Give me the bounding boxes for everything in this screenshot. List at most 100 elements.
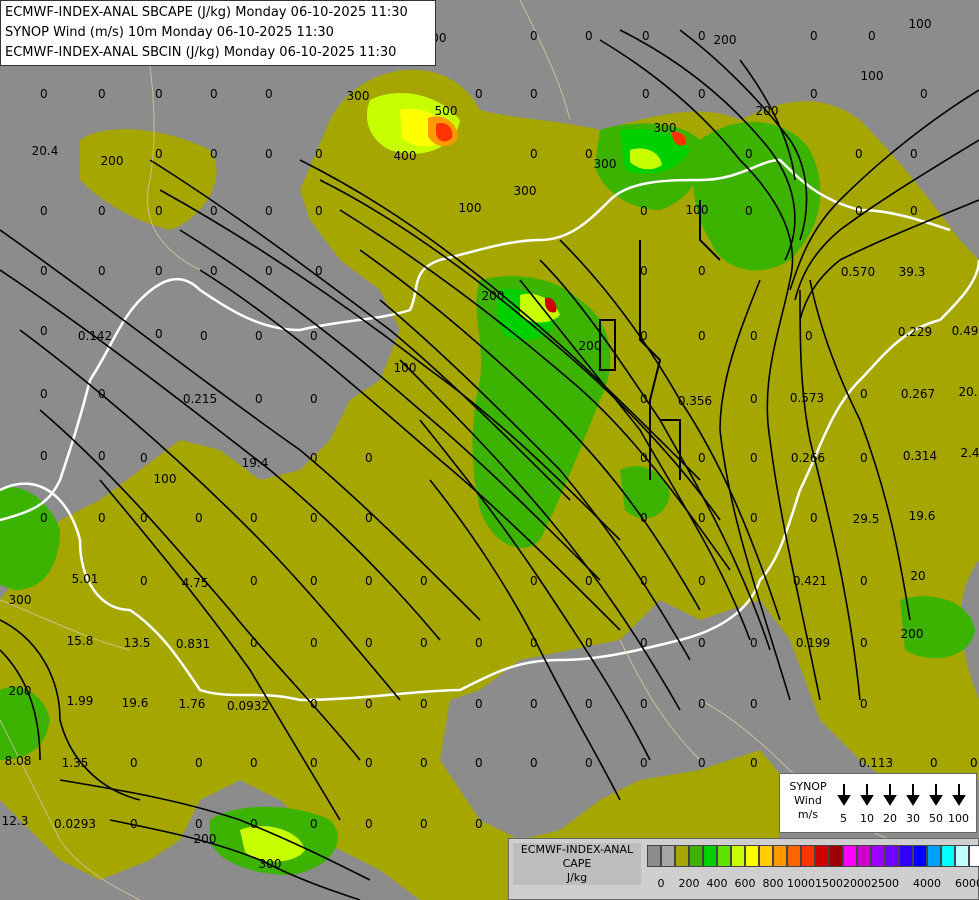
svg-text:0: 0	[750, 636, 758, 650]
weather-map[interactable]: 20.4 0.142 0.215 19.4 4.75 5.01 15.8 13.5 0.831 1…	[0, 0, 979, 900]
cape-legend-title-line1: ECMWF-INDEX-ANAL	[520, 843, 634, 856]
cape-color-swatch	[675, 845, 689, 867]
cape-color-swatch	[689, 845, 703, 867]
cape-legend-title: ECMWF-INDEX-ANAL CAPE J/kg	[513, 843, 641, 885]
svg-text:0: 0	[140, 574, 148, 588]
svg-text:0: 0	[210, 204, 218, 218]
svg-text:0: 0	[255, 392, 263, 406]
map-value-label: 300	[347, 89, 370, 103]
svg-text:0: 0	[698, 697, 706, 711]
svg-text:0: 0	[640, 636, 648, 650]
svg-text:0: 0	[200, 329, 208, 343]
svg-text:0: 0	[640, 697, 648, 711]
svg-text:0: 0	[640, 204, 648, 218]
cape-color-swatch	[885, 845, 899, 867]
header-line-cin: ECMWF-INDEX-ANAL SBCIN (J/kg) Monday 06-…	[5, 45, 397, 60]
svg-text:0: 0	[930, 756, 938, 770]
map-value-label: 29.5	[853, 512, 880, 526]
svg-text:0: 0	[98, 387, 106, 401]
svg-text:0: 0	[585, 697, 593, 711]
svg-text:0: 0	[810, 87, 818, 101]
svg-text:0: 0	[910, 147, 918, 161]
svg-text:0: 0	[250, 756, 258, 770]
wind-speed-100: 100	[948, 812, 969, 825]
svg-text:0: 0	[475, 756, 483, 770]
cape-color-swatch	[647, 845, 661, 867]
map-value-label: 1.35	[62, 756, 89, 770]
svg-text:0: 0	[40, 204, 48, 218]
map-value-label: 100	[154, 472, 177, 486]
svg-text:0: 0	[640, 451, 648, 465]
svg-text:0: 0	[640, 264, 648, 278]
cape-tick-label: 4000	[913, 877, 941, 890]
svg-text:0: 0	[750, 392, 758, 406]
map-value-label: 5.01	[72, 572, 99, 586]
svg-text:0: 0	[475, 697, 483, 711]
map-value-label: 100	[909, 17, 932, 31]
svg-text:0: 0	[860, 697, 868, 711]
cape-color-swatch	[955, 845, 969, 867]
svg-text:0: 0	[698, 264, 706, 278]
map-value-label: 0.266	[791, 451, 825, 465]
svg-text:0: 0	[130, 756, 138, 770]
map-value-label: 0.199	[796, 636, 830, 650]
svg-text:0: 0	[98, 511, 106, 525]
svg-text:0: 0	[860, 636, 868, 650]
svg-text:0: 0	[315, 204, 323, 218]
map-value-label: 200	[756, 104, 779, 118]
svg-text:0: 0	[530, 29, 538, 43]
map-value-label: 0.570	[841, 265, 875, 279]
cape-color-swatch	[759, 845, 773, 867]
svg-text:0: 0	[860, 451, 868, 465]
map-value-label: 0.142	[78, 329, 112, 343]
cape-color-swatch	[815, 845, 829, 867]
svg-text:0: 0	[140, 451, 148, 465]
map-value-label: 300	[654, 121, 677, 135]
map-value-label: 15.8	[67, 634, 94, 648]
cape-legend-title-line2: CAPE	[562, 857, 592, 870]
cape-color-swatch	[801, 845, 815, 867]
cape-tick-label: 0	[657, 877, 665, 890]
svg-text:0: 0	[585, 636, 593, 650]
svg-text:0: 0	[640, 574, 648, 588]
svg-text:0: 0	[585, 147, 593, 161]
svg-text:0: 0	[265, 147, 273, 161]
svg-text:0: 0	[265, 264, 273, 278]
svg-text:0: 0	[698, 636, 706, 650]
map-value-label: 20.	[958, 385, 977, 399]
map-value-label: 0.215	[183, 392, 217, 406]
svg-text:0: 0	[130, 817, 138, 831]
svg-text:0: 0	[40, 511, 48, 525]
svg-text:0: 0	[40, 449, 48, 463]
svg-text:0: 0	[920, 87, 928, 101]
svg-text:0: 0	[642, 29, 650, 43]
svg-text:0: 0	[970, 756, 978, 770]
map-value-label: 13.5	[124, 636, 151, 650]
map-value-label: 100	[861, 69, 884, 83]
svg-text:0: 0	[698, 87, 706, 101]
svg-text:0: 0	[530, 697, 538, 711]
svg-text:0: 0	[750, 329, 758, 343]
svg-text:0: 0	[860, 387, 868, 401]
map-value-label: 0.49	[952, 324, 979, 338]
wind-legend-title-line2: Wind	[794, 794, 822, 807]
cape-color-swatch	[843, 845, 857, 867]
map-value-label: 0.0293	[54, 817, 96, 831]
svg-text:0: 0	[750, 697, 758, 711]
svg-text:0: 0	[195, 817, 203, 831]
svg-text:0: 0	[745, 204, 753, 218]
svg-text:0: 0	[40, 324, 48, 338]
svg-text:0: 0	[420, 574, 428, 588]
svg-text:0: 0	[310, 756, 318, 770]
svg-text:0: 0	[310, 636, 318, 650]
svg-text:0: 0	[475, 817, 483, 831]
svg-text:0: 0	[698, 756, 706, 770]
map-value-label: 8.08	[5, 754, 32, 768]
svg-text:0: 0	[155, 327, 163, 341]
wind-speed-10: 10	[860, 812, 874, 825]
cape-color-swatch	[717, 845, 731, 867]
map-value-label: 0.314	[903, 449, 937, 463]
map-value-label: 4.75	[182, 576, 209, 590]
svg-text:0: 0	[210, 264, 218, 278]
map-value-label: 39.3	[899, 265, 926, 279]
